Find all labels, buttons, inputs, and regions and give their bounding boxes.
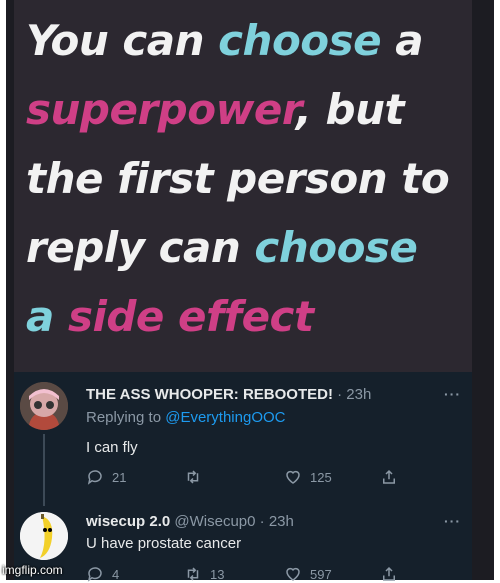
share-icon — [383, 566, 395, 581]
tweet1-share-button[interactable] — [380, 468, 398, 486]
pyro-avatar-icon — [20, 382, 68, 430]
like-icon — [286, 567, 300, 581]
replying-prefix: Replying to — [86, 409, 166, 426]
tweet2-retweet-button[interactable]: 13 — [184, 565, 224, 583]
retweet-icon — [187, 567, 199, 581]
tweet-thread: THE ASS WHOOPER: REBOOTED! · 23h ··· Rep… — [14, 372, 472, 583]
reply-icon — [87, 567, 102, 582]
meme-line-5: a side effect — [26, 292, 314, 341]
tweet1-reply-count: 21 — [112, 469, 127, 485]
tweet1-replying-to: Replying to @EverythingOOC — [86, 409, 285, 426]
meme-line-1: You can choose a — [26, 16, 424, 65]
tweet2-handle[interactable]: @Wisecup0 — [174, 513, 255, 530]
tweet1-text: I can fly — [86, 439, 138, 456]
tweet2-timestamp[interactable]: · 23h — [260, 513, 294, 530]
tweet2-header: wisecup 2.0 @Wisecup0 · 23h — [86, 513, 294, 530]
tweet2-more-icon[interactable]: ··· — [444, 513, 461, 529]
meme-caption: You can choose a superpower, but the fir… — [26, 6, 466, 351]
tweet1-reply-button[interactable]: 21 — [86, 468, 126, 486]
imgflip-watermark: imgflip.com — [2, 563, 63, 577]
like-icon — [286, 470, 300, 484]
tweet2-like-button[interactable]: 597 — [284, 565, 332, 583]
tweet1-like-button[interactable]: 125 — [284, 468, 332, 486]
tweet2-share-button[interactable] — [380, 565, 398, 583]
thread-connector-line — [43, 434, 45, 506]
replying-mention-link[interactable]: @EverythingOOC — [165, 409, 285, 426]
tweet1-timestamp[interactable]: · 23h — [337, 386, 371, 403]
retweet-icon — [187, 470, 199, 484]
tweet1-like-count: 125 — [310, 469, 332, 485]
banana-avatar-icon — [20, 512, 68, 560]
tweet2-retweet-count: 13 — [210, 566, 225, 582]
avatar[interactable] — [20, 512, 68, 560]
meme-line-3: the first person to — [26, 154, 450, 203]
share-icon — [383, 469, 395, 484]
meme-line-2: superpower, but — [26, 85, 405, 134]
tweet2-reply-count: 4 — [112, 566, 120, 582]
tweet2-display-name[interactable]: wisecup 2.0 — [86, 513, 170, 530]
tweet2-like-count: 597 — [310, 566, 332, 582]
tweet1-retweet-button[interactable] — [184, 468, 210, 486]
tweet1-header: THE ASS WHOOPER: REBOOTED! · 23h — [86, 386, 371, 403]
avatar[interactable] — [20, 382, 68, 430]
tweet2-reply-button[interactable]: 4 — [86, 565, 119, 583]
tweet1-more-icon[interactable]: ··· — [444, 386, 461, 402]
meme-line-4: reply can choose — [26, 223, 418, 272]
reply-icon — [87, 470, 102, 485]
tweet1-display-name[interactable]: THE ASS WHOOPER: REBOOTED! — [86, 386, 333, 403]
tweet2-text: U have prostate cancer — [86, 535, 242, 552]
meme-image: You can choose a superpower, but the fir… — [14, 0, 472, 372]
